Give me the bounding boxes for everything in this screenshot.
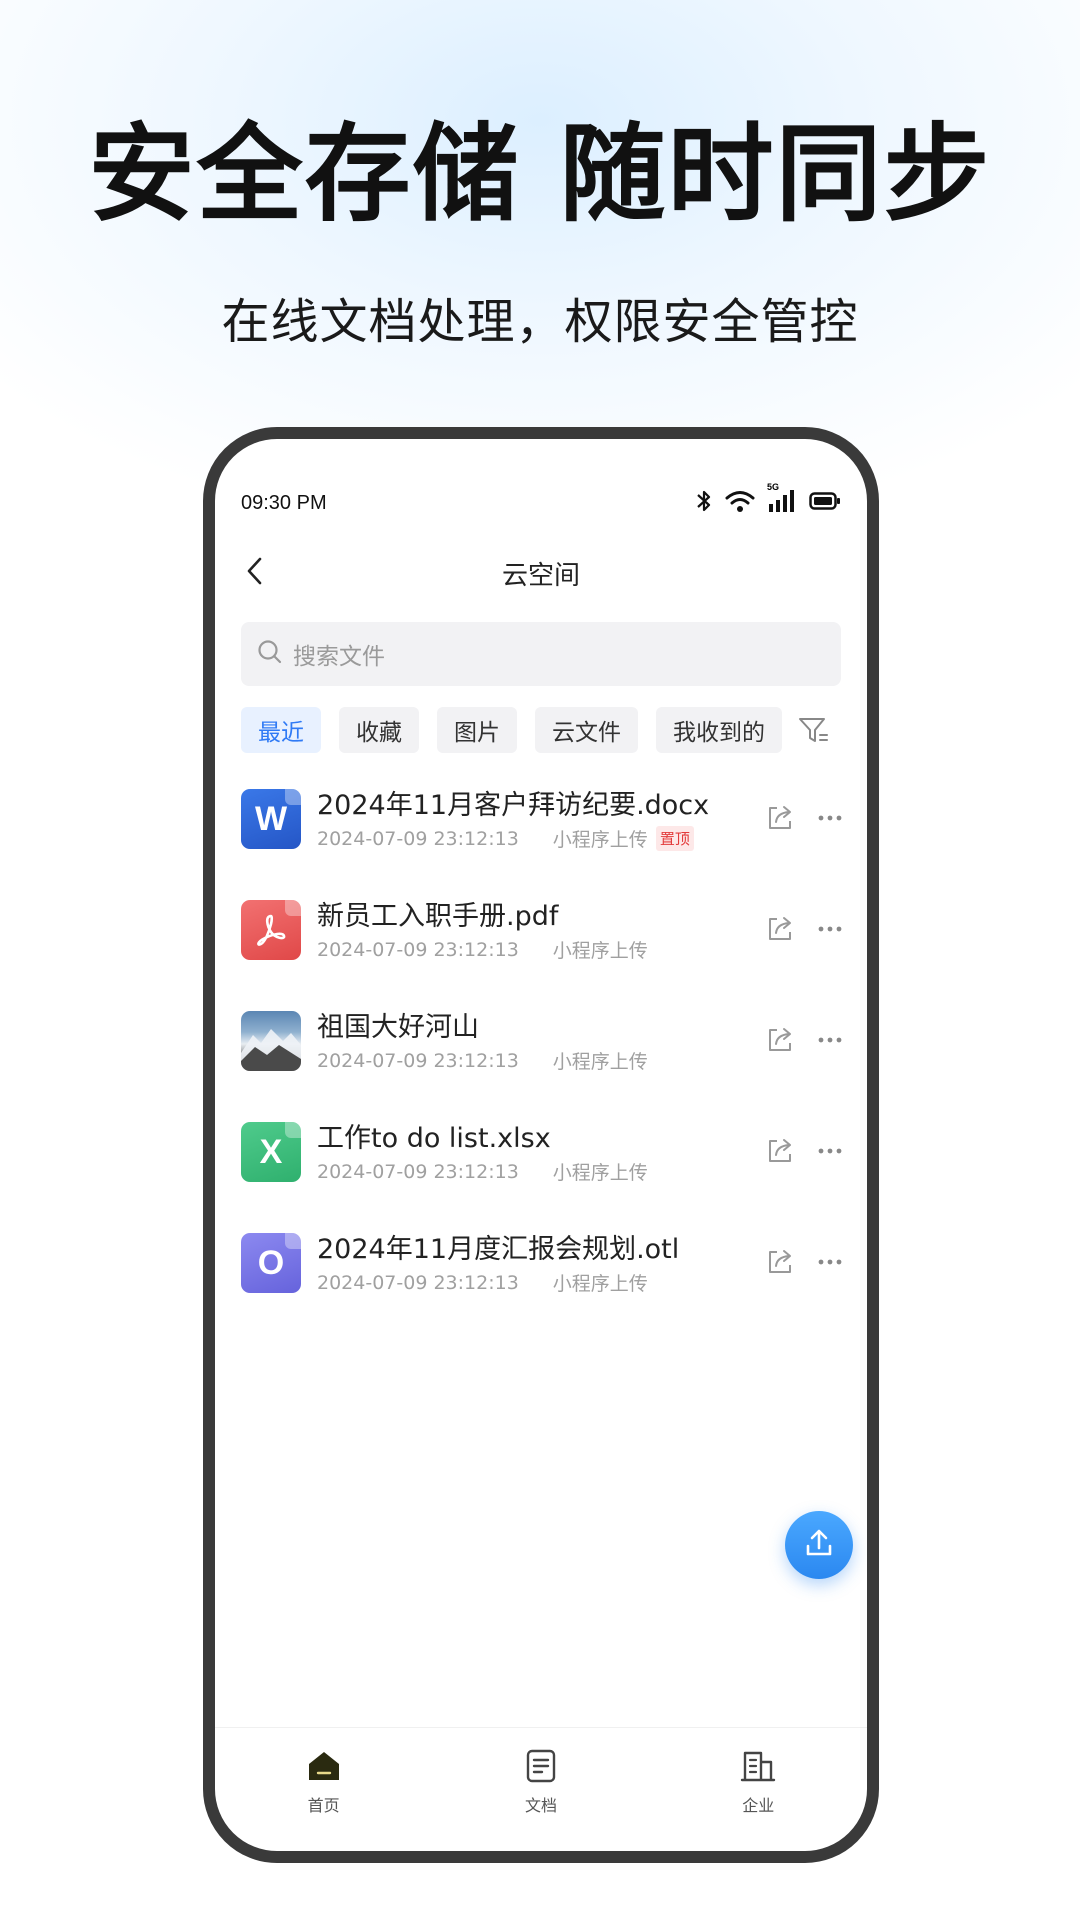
file-time: 2024-07-09 23:12:13 (317, 827, 519, 850)
tab-cloud-files[interactable]: 云文件 (535, 707, 638, 753)
pinned-badge: 置顶 (655, 826, 694, 851)
filter-tabs: 最近 收藏 图片 云文件 我收到的 (241, 707, 857, 753)
hero-subtitle: 在线文档处理，权限安全管控 (221, 294, 859, 350)
file-name: 2024年11月度汇报会规划.otl (317, 1234, 680, 1265)
more-button[interactable] (815, 1025, 845, 1055)
wifi-icon (725, 489, 755, 517)
search-input[interactable]: 搜索文件 (241, 622, 841, 686)
more-button[interactable] (815, 1247, 845, 1277)
status-time: 09:30 PM (241, 491, 327, 514)
share-button[interactable] (765, 1136, 795, 1166)
file-time: 2024-07-09 23:12:13 (317, 1049, 519, 1072)
list-item[interactable]: X 工作to do list.xlsx 2024-07-09 23:12:13 … (215, 1112, 867, 1223)
file-name: 2024年11月客户拜访纪要.docx (317, 790, 710, 821)
outline-file-icon: O (241, 1233, 301, 1293)
nav-label: 文档 (524, 1796, 557, 1815)
tab-recent[interactable]: 最近 (241, 707, 321, 753)
hero-title: 安全存储 随时同步 (88, 113, 992, 236)
search-placeholder: 搜索文件 (293, 644, 385, 670)
file-time: 2024-07-09 23:12:13 (317, 1160, 519, 1183)
excel-file-icon: X (241, 1122, 301, 1182)
more-button[interactable] (815, 803, 845, 833)
file-source: 小程序上传 (552, 1162, 648, 1184)
bottom-nav: 首页 文档 企业 (215, 1727, 867, 1851)
tab-images[interactable]: 图片 (437, 707, 517, 753)
list-item[interactable]: 新员工入职手册.pdf 2024-07-09 23:12:13 小程序上传 (215, 890, 867, 1001)
file-source: 小程序上传 (552, 940, 648, 962)
file-name: 新员工入职手册.pdf (317, 901, 559, 932)
upload-button[interactable] (785, 1511, 853, 1579)
more-icon (815, 1037, 845, 1059)
building-icon (740, 1748, 776, 1788)
bluetooth-icon (695, 488, 713, 518)
file-name: 工作to do list.xlsx (317, 1123, 551, 1154)
share-icon (765, 806, 795, 837)
more-icon (815, 815, 845, 837)
list-item[interactable]: W 2024年11月客户拜访纪要.docx 2024-07-09 23:12:1… (215, 779, 867, 890)
file-source: 小程序上传 (552, 829, 648, 851)
share-icon (765, 1250, 795, 1281)
filter-button[interactable] (796, 713, 830, 747)
nav-label: 企业 (742, 1796, 775, 1815)
file-list: W 2024年11月客户拜访纪要.docx 2024-07-09 23:12:1… (215, 779, 867, 1334)
file-meta: 2024-07-09 23:12:13 小程序上传 (317, 1269, 648, 1296)
tab-favorites[interactable]: 收藏 (339, 707, 419, 753)
share-icon (765, 1028, 795, 1059)
tab-received[interactable]: 我收到的 (656, 707, 782, 753)
file-source: 小程序上传 (552, 1051, 648, 1073)
pdf-file-icon (241, 900, 301, 960)
nav-documents[interactable]: 文档 (481, 1748, 601, 1851)
nav-home[interactable]: 首页 (264, 1748, 384, 1851)
network-type-label: 5G (767, 482, 780, 492)
status-icons: 5G (695, 482, 841, 518)
more-button[interactable] (815, 1136, 845, 1166)
nav-enterprise[interactable]: 企业 (698, 1748, 818, 1851)
status-bar: 09:30 PM 5G (241, 482, 841, 523)
file-time: 2024-07-09 23:12:13 (317, 938, 519, 961)
share-icon (765, 1139, 795, 1170)
document-icon (523, 1748, 559, 1788)
upload-icon (802, 1526, 836, 1564)
file-meta: 2024-07-09 23:12:13 小程序上传 (317, 1047, 648, 1074)
file-meta: 2024-07-09 23:12:13 小程序上传 (317, 1158, 648, 1185)
navbar: 云空间 (215, 539, 867, 603)
more-button[interactable] (815, 914, 845, 944)
more-icon (815, 926, 845, 948)
page-title: 云空间 (501, 561, 580, 591)
filter-icon (796, 718, 830, 751)
share-button[interactable] (765, 1247, 795, 1277)
signal-icon: 5G (767, 482, 797, 518)
share-icon (765, 917, 795, 948)
file-source: 小程序上传 (552, 1273, 648, 1295)
list-item[interactable]: 祖国大好河山 2024-07-09 23:12:13 小程序上传 (215, 1001, 867, 1112)
more-icon (815, 1259, 845, 1281)
share-button[interactable] (765, 803, 795, 833)
search-icon (257, 639, 283, 669)
file-time: 2024-07-09 23:12:13 (317, 1271, 519, 1294)
home-icon (306, 1748, 342, 1788)
share-button[interactable] (765, 914, 795, 944)
phone-frame: 09:30 PM 5G 云空间 搜索文件 最近 收藏 图片 云文件 我收到的 W… (203, 427, 879, 1863)
list-item[interactable]: O 2024年11月度汇报会规划.otl 2024-07-09 23:12:13… (215, 1223, 867, 1334)
file-meta: 2024-07-09 23:12:13 小程序上传 (317, 936, 648, 963)
nav-label: 首页 (307, 1796, 340, 1815)
file-name: 祖国大好河山 (317, 1012, 479, 1043)
battery-icon (809, 491, 841, 515)
word-file-icon: W (241, 789, 301, 849)
share-button[interactable] (765, 1025, 795, 1055)
more-icon (815, 1148, 845, 1170)
file-meta: 2024-07-09 23:12:13 小程序上传 置顶 (317, 825, 694, 852)
image-thumbnail (241, 1011, 301, 1071)
